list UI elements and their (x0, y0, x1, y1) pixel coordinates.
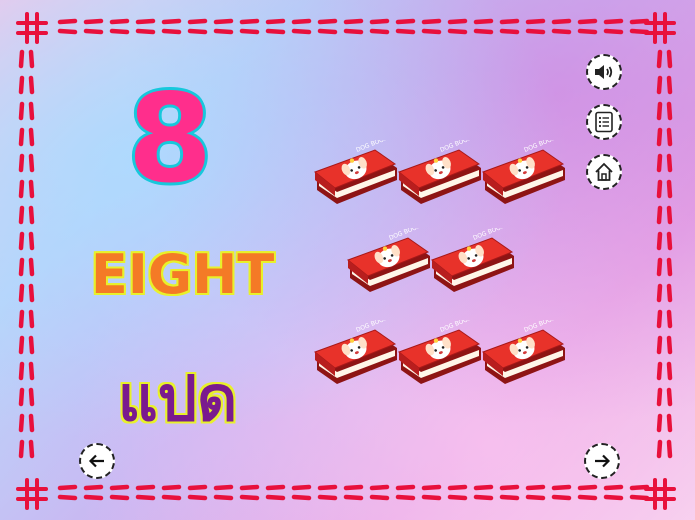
dog-book-item: DOG BOOK (346, 222, 432, 298)
number-word-thai: แปด (117, 362, 238, 435)
book-icon: DOG BOOK (481, 314, 565, 384)
list-icon (595, 111, 613, 133)
dog-book-item: DOG BOOK (481, 314, 567, 390)
previous-button[interactable] (79, 443, 115, 479)
arrow-left-icon (88, 454, 104, 468)
speaker-icon (595, 65, 613, 79)
arrow-right-icon (595, 454, 611, 468)
book-icon: DOG BOOK (397, 314, 481, 384)
dog-book-item: DOG BOOK (397, 134, 483, 210)
book-icon: DOG BOOK (397, 134, 481, 204)
number-word-english: EIGHT (90, 243, 275, 306)
dog-book-item: DOG BOOK (313, 134, 399, 210)
book-icon: DOG BOOK (313, 134, 397, 204)
dog-book-item: DOG BOOK (397, 314, 483, 390)
number-numeral: 8 (127, 68, 213, 210)
dog-book-item: DOG BOOK (313, 314, 399, 390)
book-icon: DOG BOOK (481, 134, 565, 204)
next-button[interactable] (584, 443, 620, 479)
menu-button[interactable] (586, 104, 622, 140)
dog-book-item: DOG BOOK (481, 134, 567, 210)
dog-book-item: DOG BOOK (430, 222, 516, 298)
book-icon: DOG BOOK (430, 222, 514, 292)
home-button[interactable] (586, 154, 622, 190)
home-icon (595, 162, 613, 181)
book-icon: DOG BOOK (346, 222, 430, 292)
book-icon: DOG BOOK (313, 314, 397, 384)
sound-button[interactable] (586, 54, 622, 90)
